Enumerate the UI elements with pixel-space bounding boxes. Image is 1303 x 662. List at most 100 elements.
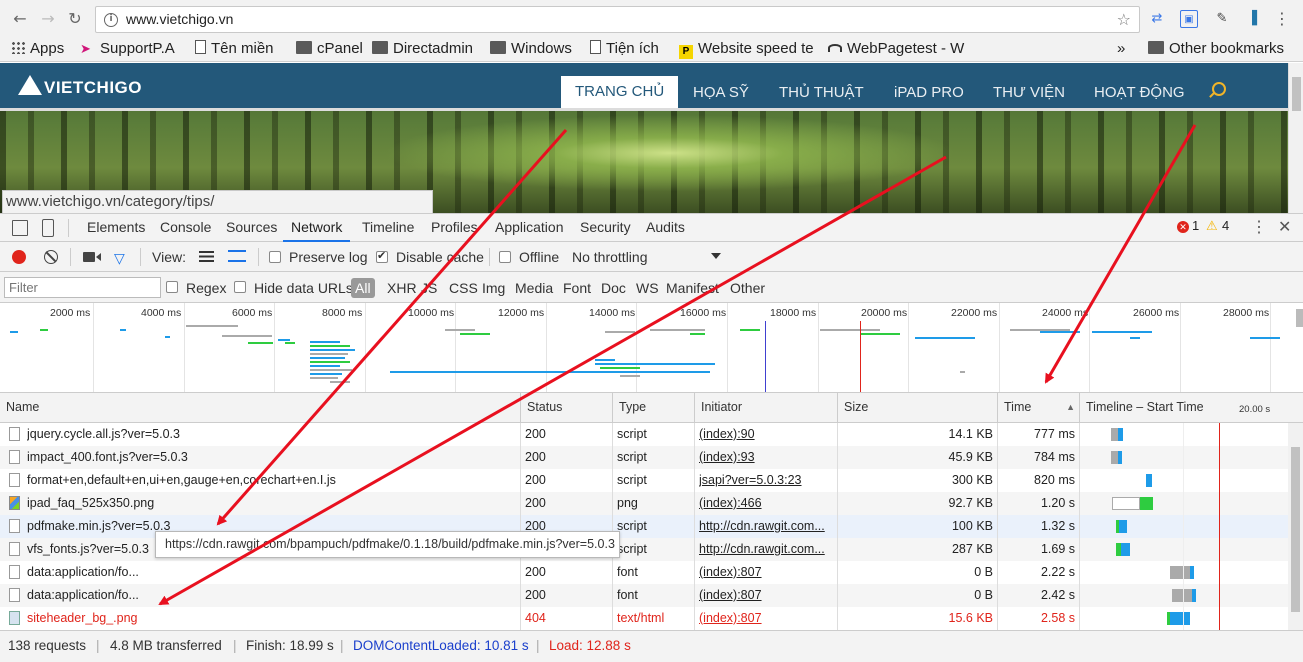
tab-console[interactable]: Console: [160, 214, 211, 242]
hide-data-urls-checkbox[interactable]: [234, 281, 246, 293]
page-scrollbar-thumb[interactable]: [1292, 77, 1301, 111]
filter-type-media[interactable]: Media: [515, 278, 553, 298]
menu-kebab-icon[interactable]: ⋮: [1273, 10, 1291, 28]
tab-application[interactable]: Application: [495, 214, 564, 242]
record-icon[interactable]: [12, 250, 26, 264]
stats-extension-icon[interactable]: ▐: [1243, 10, 1261, 28]
site-search-icon[interactable]: [1212, 82, 1226, 96]
table-row[interactable]: format+en,default+en,ui+en,gauge+en,core…: [0, 469, 1303, 492]
site-nav-hoat-dong[interactable]: HOẠT ĐỘNG: [1094, 77, 1185, 108]
error-icon[interactable]: ✕: [1177, 221, 1189, 233]
request-initiator-link[interactable]: (index):93: [699, 446, 833, 469]
table-row[interactable]: data:application/fo... 200 font (index):807…: [0, 561, 1303, 584]
eyedropper-icon[interactable]: ✎: [1213, 10, 1231, 28]
tab-elements[interactable]: Elements: [87, 214, 145, 242]
request-initiator-link[interactable]: (index):807: [699, 561, 833, 584]
column-time[interactable]: Time ▲: [998, 393, 1080, 423]
column-status[interactable]: Status: [521, 393, 613, 423]
column-size[interactable]: Size: [838, 393, 998, 423]
filter-type-xhr[interactable]: XHR: [387, 278, 417, 298]
device-mode-icon[interactable]: [42, 219, 54, 237]
regex-checkbox[interactable]: [166, 281, 178, 293]
table-row[interactable]: impact_400.font.js?ver=5.0.3 200 script (in…: [0, 446, 1303, 469]
table-scrollbar[interactable]: [1288, 423, 1303, 630]
bookmark-star-icon[interactable]: ☆: [1117, 10, 1131, 29]
filter-type-img[interactable]: Img: [482, 278, 505, 298]
request-initiator-link[interactable]: (index):807: [699, 584, 833, 607]
request-initiator-link[interactable]: http://cdn.rawgit.com...: [699, 538, 833, 561]
table-scrollbar-thumb[interactable]: [1291, 447, 1300, 612]
filter-input[interactable]: [4, 277, 161, 298]
filter-type-other[interactable]: Other: [730, 278, 765, 298]
bookmark-tien-ich[interactable]: Tiện ích: [590, 39, 659, 61]
filter-type-css[interactable]: CSS: [449, 278, 478, 298]
request-initiator-link[interactable]: (index):90: [699, 423, 833, 446]
disable-cache-checkbox[interactable]: [376, 249, 388, 263]
tab-profiles[interactable]: Profiles: [431, 214, 478, 242]
filter-type-doc[interactable]: Doc: [601, 278, 626, 298]
request-initiator-link[interactable]: http://cdn.rawgit.com...: [699, 515, 833, 538]
bookmark-webpagetest[interactable]: WebPagetest - W: [828, 39, 966, 61]
overview-scrollbar[interactable]: [1296, 309, 1303, 327]
network-overview-timeline[interactable]: 2000 ms 4000 ms 6000 ms 8000 ms 10000 ms…: [0, 303, 1303, 393]
bookmark-apps[interactable]: Apps: [11, 39, 64, 61]
tab-network[interactable]: Network: [283, 214, 351, 242]
site-nav-thu-vien[interactable]: THƯ VIỆN: [993, 77, 1065, 108]
table-row[interactable]: ipad_faq_525x350.png 200 png (index):466 92.…: [0, 492, 1303, 515]
offline-checkbox[interactable]: [499, 251, 511, 263]
tab-sources[interactable]: Sources: [226, 214, 277, 242]
back-icon[interactable]: ←: [10, 9, 30, 29]
bookmark-directadmin[interactable]: Directadmin: [372, 39, 473, 61]
inspect-element-icon[interactable]: [12, 220, 28, 236]
request-name[interactable]: data:application/fo...: [27, 561, 515, 584]
devtools-menu-icon[interactable]: ⋮: [1251, 217, 1267, 237]
chevron-down-icon[interactable]: [711, 253, 721, 259]
warning-icon[interactable]: ⚠: [1206, 218, 1218, 234]
request-name[interactable]: jquery.cycle.all.js?ver=5.0.3: [27, 423, 515, 446]
other-bookmarks[interactable]: Other bookmarks: [1148, 39, 1284, 61]
capture-screenshots-icon[interactable]: [83, 252, 95, 262]
request-initiator-link[interactable]: (index):466: [699, 492, 833, 515]
reload-icon[interactable]: ↻: [65, 9, 85, 29]
filter-funnel-icon[interactable]: ▽: [114, 250, 125, 267]
filter-type-all[interactable]: All: [351, 278, 375, 298]
filter-type-font[interactable]: Font: [563, 278, 591, 298]
bookmarks-more-chevron-icon[interactable]: »: [1117, 39, 1125, 61]
waterfall-view-icon[interactable]: [228, 250, 246, 262]
bookmark-ten-mien[interactable]: Tên miền: [195, 39, 274, 61]
tab-timeline[interactable]: Timeline: [362, 214, 414, 242]
bookmark-supportpa[interactable]: ➤ SupportP.A: [80, 39, 175, 61]
address-url[interactable]: www.vietchigo.vn: [126, 11, 233, 27]
table-row[interactable]: jquery.cycle.all.js?ver=5.0.3 200 script (i…: [0, 423, 1303, 446]
column-type[interactable]: Type: [613, 393, 695, 423]
site-nav-ipad-pro[interactable]: iPAD PRO: [894, 77, 964, 108]
request-name[interactable]: format+en,default+en,ui+en,gauge+en,core…: [27, 469, 515, 492]
site-nav-trang-chu[interactable]: TRANG CHỦ: [561, 76, 679, 108]
forward-icon[interactable]: →: [38, 9, 58, 29]
column-initiator[interactable]: Initiator: [695, 393, 838, 423]
extension-box-icon[interactable]: ▣: [1180, 10, 1198, 28]
request-name[interactable]: siteheader_bg_.png: [27, 607, 515, 630]
address-bar[interactable]: i www.vietchigo.vn ☆: [95, 6, 1140, 33]
close-devtools-icon[interactable]: ✕: [1278, 217, 1291, 237]
bookmark-website-speed[interactable]: P Website speed te: [679, 39, 817, 61]
tab-audits[interactable]: Audits: [646, 214, 685, 242]
page-scrollbar[interactable]: [1288, 63, 1303, 213]
translate-extension-icon[interactable]: ⇄: [1148, 10, 1166, 28]
clear-icon[interactable]: [44, 250, 58, 264]
site-logo[interactable]: VIETCHIGO: [18, 75, 142, 98]
filter-type-ws[interactable]: WS: [636, 278, 659, 298]
preserve-log-checkbox[interactable]: [269, 251, 281, 263]
filter-type-manifest[interactable]: Manifest: [666, 278, 719, 298]
request-name[interactable]: ipad_faq_525x350.png: [27, 492, 515, 515]
bookmark-windows[interactable]: Windows: [490, 39, 572, 61]
request-initiator-link[interactable]: jsapi?ver=5.0.3:23: [699, 469, 833, 492]
throttling-select[interactable]: No throttling: [572, 247, 647, 267]
request-name[interactable]: impact_400.font.js?ver=5.0.3: [27, 446, 515, 469]
request-name[interactable]: data:application/fo...: [27, 584, 515, 607]
site-nav-hoa-sy[interactable]: HỌA SỸ: [693, 77, 749, 108]
table-row[interactable]: data:application/fo... 200 font (index):807…: [0, 584, 1303, 607]
table-row[interactable]: siteheader_bg_.png 404 text/html (index):80…: [0, 607, 1303, 630]
info-icon[interactable]: i: [104, 13, 118, 27]
bookmark-cpanel[interactable]: cPanel: [296, 39, 363, 61]
